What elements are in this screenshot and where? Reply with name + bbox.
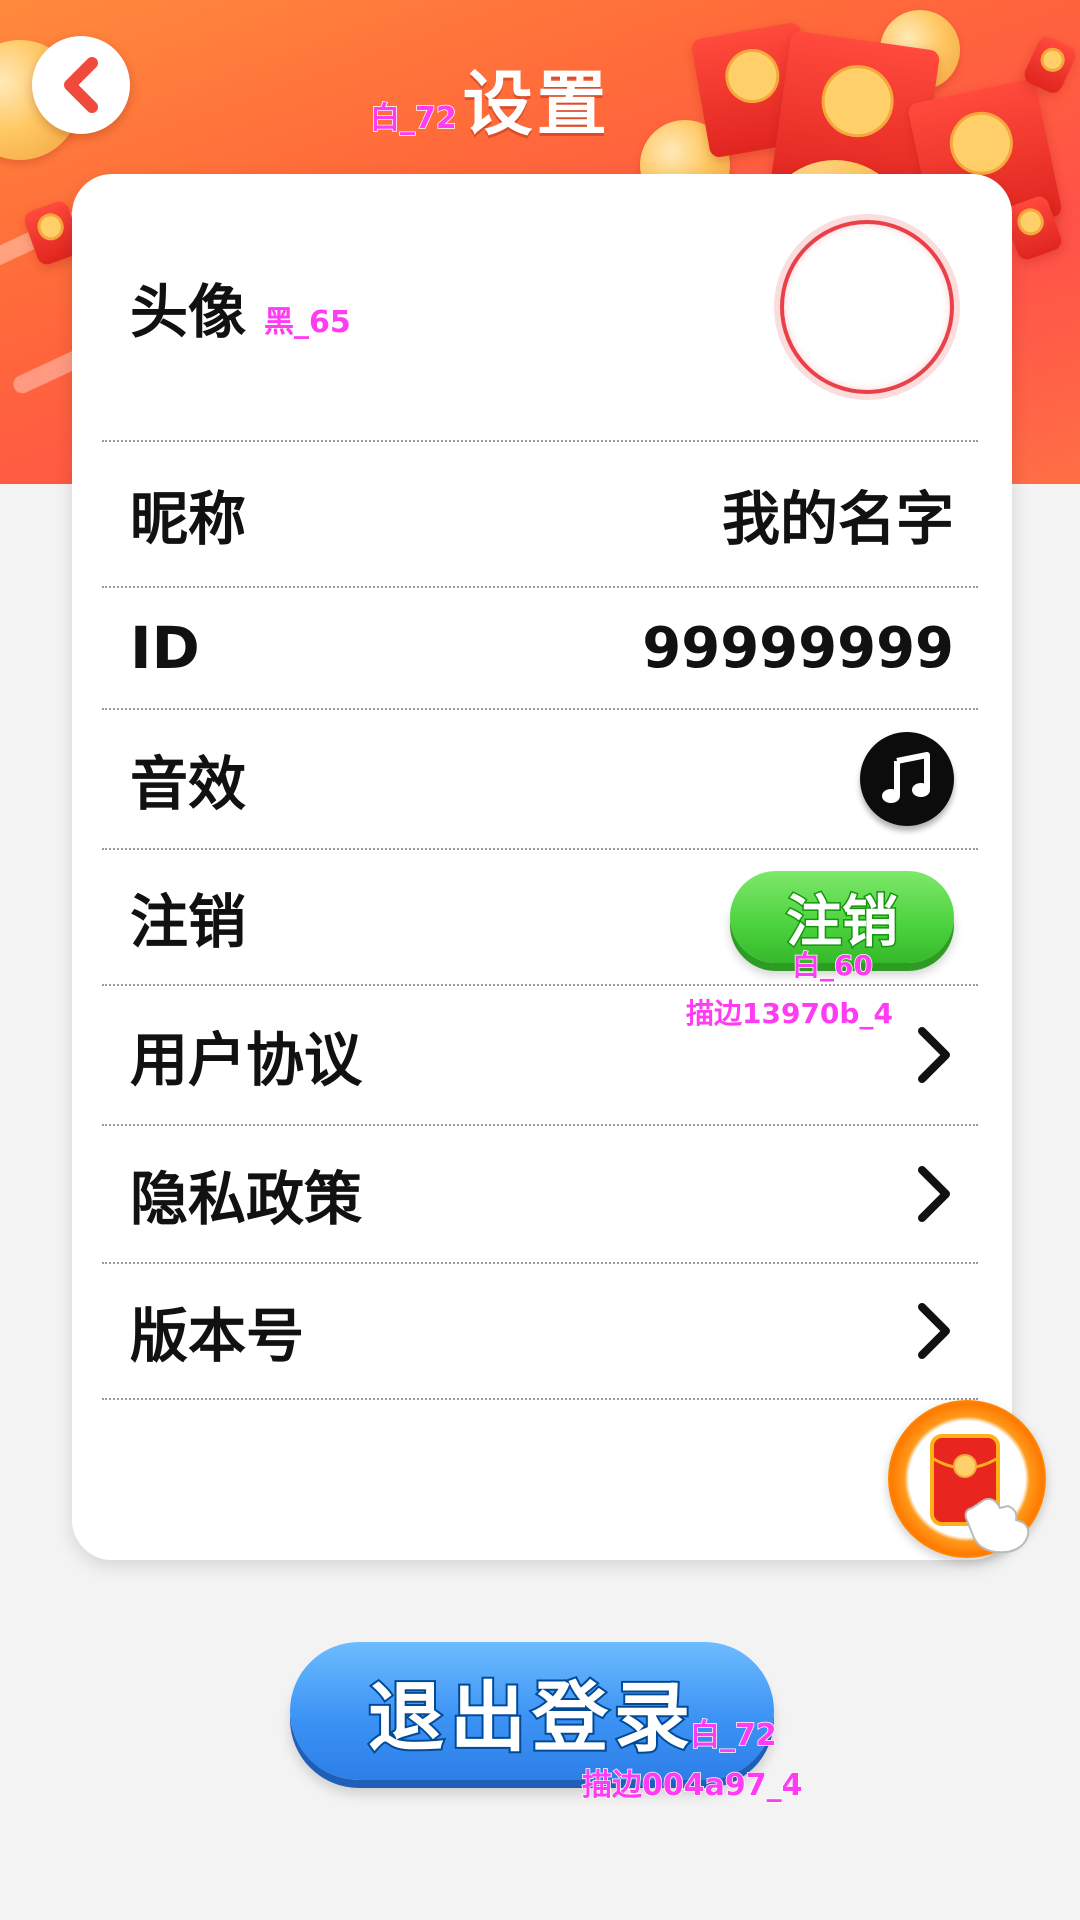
sound-toggle[interactable] [860,732,954,826]
button-color-annotation: 白_60 [791,948,873,983]
row-label-nickname: 昵称 [130,485,247,553]
row-nickname[interactable]: 昵称 我的名字 [102,442,978,588]
row-id: ID 99999999 [102,588,978,710]
row-sound: 音效 [102,710,978,850]
row-label-id: ID [130,614,200,682]
music-note-icon [882,752,930,803]
chevron-right-icon [918,1027,950,1083]
back-button[interactable] [32,36,130,134]
logout-stroke-annotation: 描边004a97_4 [581,1767,803,1804]
page-title-group: 白_72 设置 [369,48,611,145]
row-label-agreement: 用户协议 [130,1026,363,1094]
nickname-value: 我的名字 [721,485,954,553]
title-style-annotation: 白_72 [369,100,457,137]
chevron-left-icon [64,57,98,113]
row-version[interactable]: 版本号 [102,1264,978,1400]
row-user-agreement[interactable]: 用户协议 [102,986,978,1126]
chevron-right-icon [918,1166,950,1222]
row-label-version: 版本号 [130,1302,305,1370]
red-envelope-button[interactable] [888,1400,1046,1558]
logout-color-annotation: 白_72 [689,1717,777,1754]
row-privacy-policy[interactable]: 隐私政策 [102,1126,978,1264]
settings-card: 头像 黑_65 昵称 我的名字 ID 99999999 音效 注销 注销 白_6… [72,174,1012,1560]
page-title: 设置 [462,63,611,145]
row-avatar[interactable]: 头像 黑_65 [102,174,978,442]
chevron-right-icon [918,1303,950,1359]
row-label-avatar: 头像 [130,278,247,346]
red-envelope-icon [930,1434,1030,1554]
row-label-privacy: 隐私政策 [130,1165,363,1233]
avatar[interactable] [780,220,954,394]
row-label-cancel: 注销 [130,888,247,956]
label-style-annotation: 黑_65 [263,304,351,341]
id-value: 99999999 [642,615,954,681]
row-label-sound: 音效 [130,750,247,818]
